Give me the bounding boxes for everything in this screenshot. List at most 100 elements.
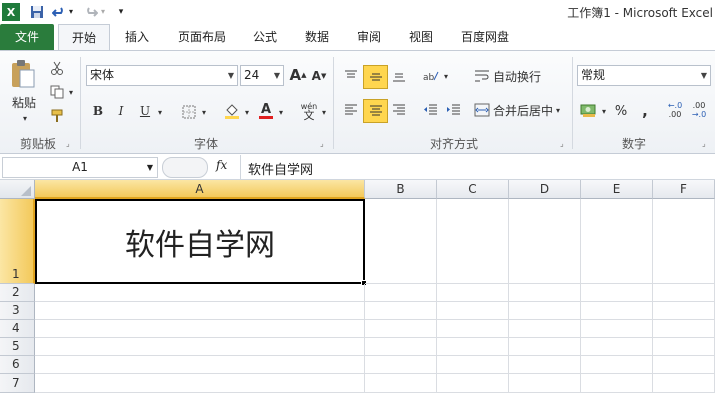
cell-e1[interactable]: [581, 199, 653, 284]
wrap-text-button[interactable]: 自动换行: [474, 65, 546, 87]
redo-dropdown-icon[interactable]: ▾: [99, 3, 107, 20]
insert-function-button[interactable]: fx: [216, 158, 236, 176]
name-box[interactable]: A1 ▼: [2, 157, 158, 178]
save-icon[interactable]: [28, 3, 45, 20]
row-3-cells[interactable]: [35, 302, 715, 320]
tab-page-layout[interactable]: 页面布局: [170, 24, 234, 50]
increase-decimal-icon[interactable]: ←.0.00: [664, 99, 686, 121]
row-header-4[interactable]: 4: [0, 320, 35, 338]
worksheet-grid[interactable]: A B C D E F 1 2 3 4 5 6 7 软件自学网: [0, 180, 715, 393]
formula-bar-resize-handle[interactable]: [162, 157, 208, 178]
column-header-c[interactable]: C: [437, 180, 509, 199]
column-header-a[interactable]: A: [35, 180, 365, 199]
copy-dropdown-icon[interactable]: ▾: [67, 88, 75, 97]
ribbon-separator: [80, 57, 81, 149]
font-launcher-icon[interactable]: ⌟: [320, 139, 324, 148]
column-header-e[interactable]: E: [581, 180, 653, 199]
row-5-cells[interactable]: [35, 338, 715, 356]
tab-formulas[interactable]: 公式: [244, 24, 286, 50]
orientation-dropdown-icon[interactable]: ▾: [442, 71, 450, 81]
decrease-indent-icon[interactable]: [420, 99, 442, 121]
row-header-3[interactable]: 3: [0, 302, 35, 320]
row-header-6[interactable]: 6: [0, 356, 35, 374]
undo-icon[interactable]: [50, 3, 67, 20]
merge-center-button[interactable]: 合并后居中 ▾: [474, 99, 566, 121]
paste-icon[interactable]: [8, 57, 38, 91]
customize-toolbar-icon[interactable]: ▾: [116, 3, 126, 20]
paste-dropdown-icon[interactable]: ▾: [20, 113, 30, 123]
row-header-4-label: 4: [12, 321, 20, 335]
formula-input[interactable]: 软件自学网: [248, 159, 313, 178]
name-box-dropdown-icon[interactable]: ▼: [147, 158, 153, 177]
row-header-3-label: 3: [12, 303, 20, 317]
currency-icon[interactable]: [579, 100, 599, 120]
number-launcher-icon[interactable]: ⌟: [702, 139, 706, 148]
currency-dropdown-icon[interactable]: ▾: [600, 106, 608, 116]
column-header-f[interactable]: F: [653, 180, 715, 199]
merge-center-dropdown-icon[interactable]: ▾: [556, 106, 560, 115]
tab-baidu-netdisk[interactable]: 百度网盘: [452, 24, 518, 50]
borders-dropdown-icon[interactable]: ▾: [200, 107, 208, 117]
bold-button[interactable]: B: [89, 101, 107, 121]
number-format-select[interactable]: 常规 ▼: [577, 65, 711, 86]
underline-button[interactable]: U: [136, 101, 154, 121]
align-left-icon[interactable]: [340, 99, 362, 121]
column-header-d[interactable]: D: [509, 180, 581, 199]
paste-button[interactable]: 粘贴: [10, 93, 38, 111]
fill-color-icon[interactable]: [222, 101, 242, 121]
italic-button[interactable]: I: [112, 101, 130, 121]
row-7-cells[interactable]: [35, 374, 715, 393]
select-all-corner[interactable]: [0, 180, 35, 199]
column-header-b[interactable]: B: [365, 180, 437, 199]
align-center-icon[interactable]: [363, 99, 388, 123]
borders-icon[interactable]: [180, 103, 198, 121]
fill-color-dropdown-icon[interactable]: ▾: [243, 107, 251, 117]
cell-f1[interactable]: [653, 199, 715, 284]
tab-insert[interactable]: 插入: [116, 24, 158, 50]
row-4-cells[interactable]: [35, 320, 715, 338]
tab-home[interactable]: 开始: [58, 24, 110, 52]
decrease-decimal-icon[interactable]: .00 →.0: [688, 99, 710, 121]
font-size-select[interactable]: 24 ▼: [240, 65, 284, 86]
align-middle-icon[interactable]: [363, 65, 388, 89]
format-painter-icon[interactable]: [48, 107, 66, 125]
row-header-1[interactable]: 1: [0, 199, 35, 284]
align-bottom-icon[interactable]: [388, 65, 410, 87]
row-header-5[interactable]: 5: [0, 338, 35, 356]
clipboard-launcher-icon[interactable]: ⌟: [66, 139, 70, 148]
redo-icon[interactable]: [82, 3, 99, 20]
row-header-1-label: 1: [12, 267, 20, 281]
phonetic-guide-icon[interactable]: wén 文: [298, 101, 320, 121]
grow-font-button[interactable]: A ▲: [289, 65, 307, 85]
font-color-dropdown-icon[interactable]: ▾: [277, 107, 285, 117]
tab-view[interactable]: 视图: [400, 24, 442, 50]
grow-font-label: A: [289, 66, 302, 84]
percent-button[interactable]: %: [612, 101, 630, 121]
tab-file[interactable]: 文件: [0, 24, 54, 50]
undo-dropdown-icon[interactable]: ▾: [67, 3, 75, 20]
underline-dropdown-icon[interactable]: ▾: [156, 107, 164, 117]
gridline: [436, 284, 437, 393]
cell-a1[interactable]: 软件自学网: [35, 199, 365, 284]
row-header-7[interactable]: 7: [0, 374, 35, 393]
shrink-font-button[interactable]: A ▼: [310, 67, 328, 85]
row-header-2[interactable]: 2: [0, 284, 35, 302]
cell-c1[interactable]: [437, 199, 509, 284]
row-2-cells[interactable]: [35, 284, 715, 302]
cell-d1[interactable]: [509, 199, 581, 284]
cut-icon[interactable]: [48, 59, 66, 77]
orientation-icon[interactable]: ab: [420, 65, 442, 87]
align-top-icon[interactable]: [340, 65, 362, 87]
row-6-cells[interactable]: [35, 356, 715, 374]
comma-style-button[interactable]: ,: [638, 101, 652, 121]
font-name-select[interactable]: 宋体 ▼: [86, 65, 238, 86]
phonetic-dropdown-icon[interactable]: ▾: [320, 107, 328, 117]
copy-icon[interactable]: [48, 83, 66, 101]
tab-review[interactable]: 审阅: [348, 24, 390, 50]
cell-b1[interactable]: [365, 199, 437, 284]
increase-indent-icon[interactable]: [443, 99, 465, 121]
alignment-launcher-icon[interactable]: ⌟: [560, 139, 564, 148]
tab-data[interactable]: 数据: [296, 24, 338, 50]
font-color-icon[interactable]: A: [256, 101, 276, 121]
align-right-icon[interactable]: [388, 99, 410, 121]
